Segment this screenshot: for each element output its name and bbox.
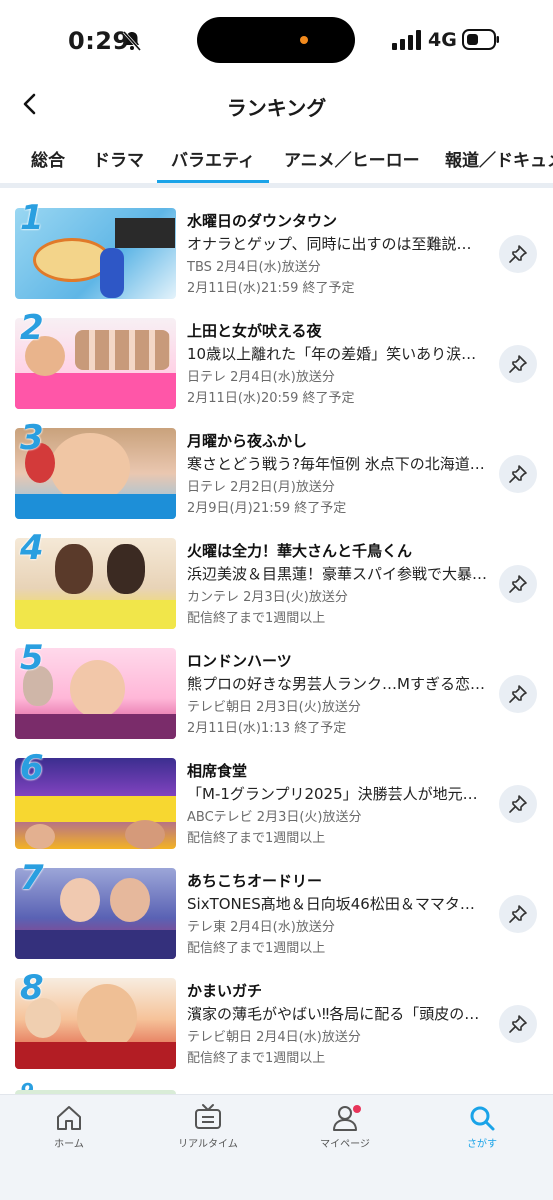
availability-info: 配信終了まで1週間以上 bbox=[187, 611, 326, 626]
nav-mypage[interactable]: マイページ bbox=[295, 1103, 395, 1163]
pin-button[interactable] bbox=[499, 675, 537, 713]
ranking-item[interactable]: 8 かまいガチ 濱家の薄毛がやばい‼各局に配る「頭皮の… テレビ朝日 2月4日(… bbox=[0, 968, 553, 1078]
broadcast-info: テレビ朝日 2月4日(水)放送分 bbox=[187, 1030, 361, 1045]
nav-home[interactable]: ホーム bbox=[19, 1103, 119, 1163]
ranking-item[interactable]: 1 水曜日のダウンタウン オナラとゲップ、同時に出すのは至難説… TBS 2月4… bbox=[0, 198, 553, 308]
program-title: 相席食堂 bbox=[187, 762, 248, 780]
nav-search[interactable]: さがす bbox=[432, 1103, 532, 1163]
program-title: 水曜日のダウンタウン bbox=[187, 212, 338, 230]
pin-icon bbox=[509, 1015, 527, 1033]
rank-number: 5 bbox=[20, 638, 44, 678]
pin-button[interactable] bbox=[499, 345, 537, 383]
nav-label: マイページ bbox=[320, 1139, 370, 1150]
rank-number: 7 bbox=[20, 858, 44, 898]
ranking-item[interactable]: 4 火曜は全力！華大さんと千鳥くん 浜辺美波＆目黒蓮！豪華スパイ参戦で大暴… カ… bbox=[0, 528, 553, 638]
app-header: ランキング bbox=[0, 80, 553, 130]
tab-indicator bbox=[157, 180, 269, 183]
broadcast-info: カンテレ 2月3日(火)放送分 bbox=[187, 590, 348, 605]
pin-button[interactable] bbox=[499, 565, 537, 603]
dynamic-island bbox=[197, 17, 355, 63]
program-description: SixTONES髙地＆日向坂46松田＆ママタ… bbox=[187, 895, 475, 913]
program-description: 10歳以上離れた「年の差婚」笑いあり涙… bbox=[187, 345, 477, 363]
program-title: あちこちオードリー bbox=[187, 872, 323, 890]
broadcast-info: 日テレ 2月2日(月)放送分 bbox=[187, 480, 335, 495]
program-description: 浜辺美波＆目黒蓮！豪華スパイ参戦で大暴… bbox=[187, 565, 487, 583]
nav-label: さがす bbox=[467, 1139, 497, 1150]
availability-info: 配信終了まで1週間以上 bbox=[187, 1051, 326, 1066]
pin-icon bbox=[509, 465, 527, 483]
broadcast-info: テレビ朝日 2月3日(火)放送分 bbox=[187, 700, 361, 715]
pin-icon bbox=[509, 905, 527, 923]
broadcast-info: TBS 2月4日(水)放送分 bbox=[187, 260, 321, 275]
ranking-item[interactable]: 6 相席食堂 「M-1グランプリ2025」決勝芸人が地元… ABCテレビ 2月3… bbox=[0, 748, 553, 858]
availability-info: 2月11日(水)20:59 終了予定 bbox=[187, 391, 355, 406]
pin-icon bbox=[509, 795, 527, 813]
pin-icon bbox=[509, 685, 527, 703]
bottom-nav: ホーム リアルタイム マイページ さがす bbox=[0, 1094, 553, 1200]
tab-anime-hero[interactable]: アニメ／ヒーロー bbox=[284, 146, 420, 171]
home-icon bbox=[57, 1106, 81, 1130]
availability-info: 配信終了まで1週間以上 bbox=[187, 941, 326, 956]
pin-icon bbox=[509, 245, 527, 263]
availability-info: 2月11日(水)1:13 終了予定 bbox=[187, 721, 347, 736]
page-title: ランキング bbox=[226, 96, 327, 120]
nav-realtime[interactable]: リアルタイム bbox=[158, 1103, 258, 1163]
status-bar: 0:29 4G bbox=[0, 0, 553, 80]
availability-info: 2月9日(月)21:59 終了予定 bbox=[187, 501, 347, 516]
pin-button[interactable] bbox=[499, 785, 537, 823]
program-description: 濱家の薄毛がやばい‼各局に配る「頭皮の… bbox=[187, 1005, 480, 1023]
program-title: 月曜から夜ふかし bbox=[187, 432, 308, 450]
signal-icon bbox=[392, 30, 421, 50]
category-tabs: 総合 ドラマ バラエティ アニメ／ヒーロー 報道／ドキュメ bbox=[0, 138, 553, 188]
rank-number: 6 bbox=[20, 748, 44, 788]
notification-dot bbox=[353, 1105, 361, 1113]
pin-icon bbox=[509, 355, 527, 373]
ranking-item[interactable]: 5 ロンドンハーツ 熊プロの好きな男芸人ランク…Mすぎる恋… テレビ朝日 2月3… bbox=[0, 638, 553, 748]
pin-button[interactable] bbox=[499, 1005, 537, 1043]
status-time: 0:29 bbox=[68, 27, 130, 55]
tv-icon bbox=[195, 1104, 221, 1129]
privacy-indicator bbox=[300, 36, 308, 44]
program-description: 寒さとどう戦う?毎年恒例 氷点下の北海道… bbox=[187, 455, 485, 473]
pin-button[interactable] bbox=[499, 895, 537, 933]
program-description: 「M-1グランプリ2025」決勝芸人が地元… bbox=[187, 785, 478, 803]
tab-drama[interactable]: ドラマ bbox=[93, 146, 144, 171]
tab-general[interactable]: 総合 bbox=[31, 146, 65, 171]
program-title: ロンドンハーツ bbox=[187, 652, 292, 670]
nav-label: リアルタイム bbox=[178, 1139, 238, 1150]
broadcast-info: テレ東 2月4日(水)放送分 bbox=[187, 920, 335, 935]
rank-number: 1 bbox=[20, 198, 44, 238]
pin-icon bbox=[509, 575, 527, 593]
program-description: オナラとゲップ、同時に出すのは至難説… bbox=[187, 235, 472, 253]
availability-info: 2月11日(水)21:59 終了予定 bbox=[187, 281, 355, 296]
broadcast-info: ABCテレビ 2月3日(火)放送分 bbox=[187, 810, 362, 825]
search-icon bbox=[470, 1106, 495, 1131]
program-title: かまいガチ bbox=[187, 982, 263, 1000]
rank-number: 2 bbox=[20, 308, 44, 348]
rank-number: 4 bbox=[20, 528, 44, 568]
network-type: 4G bbox=[428, 29, 457, 51]
broadcast-info: 日テレ 2月4日(水)放送分 bbox=[187, 370, 335, 385]
pin-button[interactable] bbox=[499, 455, 537, 493]
rank-number: 3 bbox=[20, 418, 44, 458]
pin-button[interactable] bbox=[499, 235, 537, 273]
rank-number: 8 bbox=[20, 968, 44, 1008]
nav-label: ホーム bbox=[54, 1139, 84, 1150]
program-description: 熊プロの好きな男芸人ランク…Mすぎる恋… bbox=[187, 675, 485, 693]
ranking-item[interactable]: 3 月曜から夜ふかし 寒さとどう戦う?毎年恒例 氷点下の北海道… 日テレ 2月2… bbox=[0, 418, 553, 528]
tab-variety[interactable]: バラエティ bbox=[171, 146, 255, 171]
tab-news-documentary[interactable]: 報道／ドキュメ bbox=[445, 146, 553, 171]
program-title: 上田と女が吠える夜 bbox=[187, 322, 322, 340]
ranking-item[interactable]: 2 上田と女が吠える夜 10歳以上離れた「年の差婚」笑いあり涙… 日テレ 2月4… bbox=[0, 308, 553, 418]
program-title: 火曜は全力！華大さんと千鳥くん bbox=[187, 542, 413, 560]
bell-slash-icon bbox=[122, 31, 142, 51]
ranking-item[interactable]: 7 あちこちオードリー SixTONES髙地＆日向坂46松田＆ママタ… テレ東 … bbox=[0, 858, 553, 968]
battery-icon bbox=[462, 29, 499, 50]
availability-info: 配信終了まで1週間以上 bbox=[187, 831, 326, 846]
